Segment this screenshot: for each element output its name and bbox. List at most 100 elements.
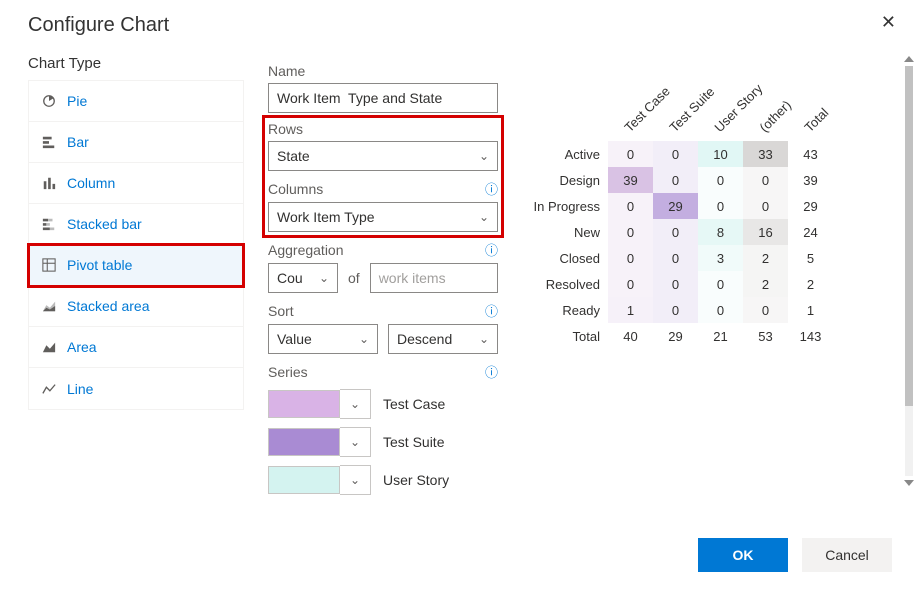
configure-chart-dialog: Configure Chart ✕ Chart Type Pie Bar Colum… [0, 0, 920, 590]
table-row: Active00103343 [526, 141, 833, 167]
chart-type-label: Chart Type [28, 55, 244, 72]
chart-type-label: Pie [67, 93, 87, 109]
row-header: Resolved [526, 271, 608, 297]
sort-field-select[interactable]: Value ⌄ [268, 324, 378, 354]
chart-type-line[interactable]: Line [29, 368, 243, 409]
close-button[interactable]: ✕ [877, 8, 900, 37]
series-row: ⌄User Story [268, 465, 498, 495]
scroll-track[interactable] [905, 66, 913, 476]
chart-type-label: Line [67, 381, 93, 397]
cell: 3 [698, 245, 743, 271]
column-header: Total [788, 81, 833, 141]
chart-type-label: Column [67, 175, 115, 191]
chart-type-label: Bar [67, 134, 89, 150]
sort-direction-select[interactable]: Descend ⌄ [388, 324, 498, 354]
name-input[interactable] [268, 83, 498, 113]
scroll-down-icon[interactable] [904, 480, 914, 486]
row-total: 29 [788, 193, 833, 219]
aggregation-label: Aggregation ⓘ [268, 240, 498, 259]
color-swatch[interactable] [268, 428, 340, 456]
info-icon[interactable]: ⓘ [485, 362, 498, 381]
chart-type-section: Chart Type Pie Bar Column Stacked barPivot … [28, 55, 244, 410]
cell: 0 [653, 167, 698, 193]
cell: 1 [608, 297, 653, 323]
color-picker-button[interactable]: ⌄ [340, 389, 371, 419]
pie-icon [41, 93, 57, 109]
color-picker-button[interactable]: ⌄ [340, 427, 371, 457]
of-label: of [348, 270, 360, 286]
pivot-table: Test CaseTest SuiteUser Story(other)Tota… [526, 81, 833, 349]
scroll-up-icon[interactable] [904, 56, 914, 62]
color-swatch[interactable] [268, 390, 340, 418]
aggregation-field-select[interactable]: work items [370, 263, 498, 293]
column-header: Test Case [608, 81, 653, 141]
chart-type-label: Area [67, 339, 97, 355]
cell: 33 [743, 141, 788, 167]
scroll-thumb[interactable] [905, 66, 913, 406]
row-total: 5 [788, 245, 833, 271]
row-total: 39 [788, 167, 833, 193]
dialog-footer: OK Cancel [698, 538, 892, 572]
chart-type-stacked-area[interactable]: Stacked area [29, 286, 243, 327]
chart-type-list: Pie Bar Column Stacked barPivot tableStacke… [28, 80, 244, 410]
cell: 0 [698, 271, 743, 297]
total-label: Total [526, 323, 608, 349]
totals-row: Total40292153143 [526, 323, 833, 349]
rows-select[interactable]: State ⌄ [268, 141, 498, 171]
cell: 0 [743, 297, 788, 323]
chart-type-pivot-table[interactable]: Pivot table [29, 245, 243, 286]
cell: 0 [653, 219, 698, 245]
color-picker-button[interactable]: ⌄ [340, 465, 371, 495]
table-row: New0081624 [526, 219, 833, 245]
cell: 0 [653, 245, 698, 271]
chart-type-stacked-bar[interactable]: Stacked bar [29, 204, 243, 245]
info-icon[interactable]: ⓘ [485, 179, 498, 198]
cell: 29 [653, 193, 698, 219]
cell: 0 [743, 193, 788, 219]
column-total: 40 [608, 323, 653, 349]
chevron-down-icon: ⌄ [479, 332, 489, 346]
columns-label: Columns ⓘ [268, 179, 498, 198]
row-header: In Progress [526, 193, 608, 219]
cell: 0 [698, 167, 743, 193]
ok-button[interactable]: OK [698, 538, 788, 572]
dialog-title: Configure Chart [28, 14, 892, 37]
row-total: 2 [788, 271, 833, 297]
column-total: 21 [698, 323, 743, 349]
stacked-area-icon [41, 298, 57, 314]
chart-type-column[interactable]: Column [29, 163, 243, 204]
chart-type-pie[interactable]: Pie [29, 81, 243, 122]
color-swatch[interactable] [268, 466, 340, 494]
cell: 0 [698, 297, 743, 323]
series-name: Test Suite [383, 434, 444, 450]
table-row: Ready10001 [526, 297, 833, 323]
cell: 16 [743, 219, 788, 245]
chevron-down-icon: ⌄ [319, 271, 329, 285]
row-total: 24 [788, 219, 833, 245]
name-label: Name [268, 63, 498, 79]
info-icon[interactable]: ⓘ [485, 301, 498, 320]
info-icon[interactable]: ⓘ [485, 240, 498, 259]
chart-type-bar[interactable]: Bar [29, 122, 243, 163]
chart-type-area[interactable]: Area [29, 327, 243, 368]
table-row: Design3900039 [526, 167, 833, 193]
chevron-down-icon: ⌄ [359, 332, 369, 346]
cell: 0 [608, 219, 653, 245]
row-total: 43 [788, 141, 833, 167]
cell: 0 [608, 245, 653, 271]
row-total: 1 [788, 297, 833, 323]
scrollbar[interactable] [902, 56, 916, 496]
row-header: Design [526, 167, 608, 193]
columns-select[interactable]: Work Item Type ⌄ [268, 202, 498, 232]
aggregation-select[interactable]: Cou ⌄ [268, 263, 338, 293]
column-header: (other) [743, 81, 788, 141]
cell: 0 [608, 271, 653, 297]
rows-label: Rows [268, 121, 498, 137]
chart-options: Name Rows State ⌄ Columns ⓘ Work Item Ty… [268, 55, 498, 495]
column-total: 53 [743, 323, 788, 349]
cancel-button[interactable]: Cancel [802, 538, 892, 572]
cell: 0 [653, 271, 698, 297]
chevron-down-icon: ⌄ [479, 210, 489, 224]
table-row: In Progress0290029 [526, 193, 833, 219]
area-icon [41, 339, 57, 355]
